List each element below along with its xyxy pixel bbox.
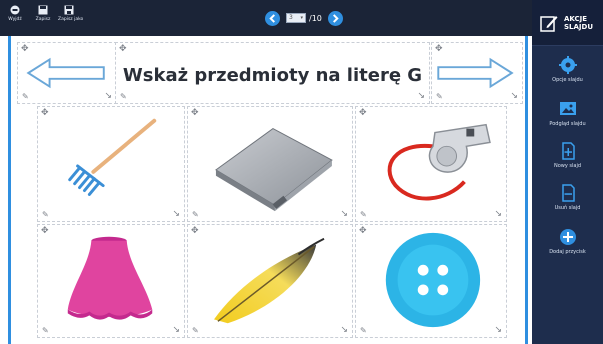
save-as-label: Zapisz jako	[58, 17, 84, 22]
right-arrow-tile[interactable]: ✥ ✎ ↘	[431, 42, 523, 104]
save-as-button[interactable]: Zapisz jako	[58, 5, 84, 23]
top-toolbar: Wyjdź Zapisz Zapisz jako 3 ▾ /10	[0, 0, 532, 36]
slide-preview-label: Podgląd slajdu	[549, 121, 586, 127]
lampshade-icon	[67, 236, 153, 320]
resize-icon[interactable]: ↘	[494, 210, 502, 219]
arrow-right-icon	[332, 13, 339, 23]
arrow-left-icon	[269, 13, 276, 23]
whistle-tile[interactable]: ✥ ✎ ↘	[355, 106, 507, 222]
next-slide-button[interactable]	[327, 10, 343, 26]
resize-icon[interactable]: ↘	[172, 210, 180, 219]
save-label: Zapisz	[35, 17, 51, 22]
resize-icon[interactable]: ↘	[104, 92, 112, 101]
notebook-icon	[215, 128, 333, 212]
title-tile[interactable]: ✥ Wskaż przedmioty na literę G ✎ ↘	[115, 42, 430, 104]
arrow-right-icon	[437, 57, 514, 89]
sidebar-header: AKCJE SLAJDU	[532, 0, 603, 46]
add-button-label: Dodaj przycisk	[549, 249, 586, 255]
lampshade-tile[interactable]: ✥ ✎ ↘	[37, 224, 185, 338]
pencil-icon[interactable]: ✎	[436, 92, 443, 101]
slide-pager: 3 ▾ /10	[265, 10, 343, 26]
sewing-button-icon	[385, 232, 481, 328]
rake-tile[interactable]: ✥ ✎ ↘	[37, 106, 185, 222]
slide-title: Wskaż przedmioty na literę G	[122, 65, 423, 86]
left-arrow-tile[interactable]: ✥ ✎ ↘	[17, 42, 117, 104]
resize-icon[interactable]: ↘	[494, 326, 502, 335]
resize-icon[interactable]: ↘	[510, 92, 518, 101]
save-icon	[38, 5, 48, 15]
add-button-button[interactable]: Dodaj przycisk	[532, 228, 603, 256]
pencil-icon[interactable]: ✎	[120, 92, 127, 101]
pencil-icon[interactable]: ✎	[192, 210, 199, 219]
pencil-icon[interactable]: ✎	[22, 92, 29, 101]
whistle-icon	[387, 123, 491, 201]
resize-icon[interactable]: ↘	[417, 92, 425, 101]
new-slide-label: Nowy slajd	[553, 163, 582, 169]
feather-icon	[214, 237, 325, 324]
slide-actions-sidebar: AKCJE SLAJDU Opcje slajdu Podgląd slajdu…	[532, 0, 603, 344]
resize-icon[interactable]: ↘	[172, 326, 180, 335]
slide-options-label: Opcje slajdu	[552, 77, 583, 83]
slide-options-button[interactable]: Opcje slajdu	[532, 56, 603, 84]
page-number-select[interactable]: 3 ▾	[286, 13, 306, 23]
feather-tile[interactable]: ✥ ✎ ↘	[187, 224, 353, 338]
pencil-icon[interactable]: ✎	[360, 210, 367, 219]
exit-icon	[10, 5, 20, 15]
pencil-icon[interactable]: ✎	[42, 210, 49, 219]
current-page: 3	[289, 14, 293, 21]
save-as-icon	[64, 5, 74, 15]
resize-icon[interactable]: ↘	[340, 326, 348, 335]
notebook-tile[interactable]: ✥ ✎ ↘	[187, 106, 353, 222]
pencil-icon[interactable]: ✎	[192, 326, 199, 335]
add-button-icon	[559, 229, 576, 245]
resize-icon[interactable]: ↘	[340, 210, 348, 219]
sewing-button-tile[interactable]: ✥ ✎ ↘	[355, 224, 507, 338]
slide-preview-button[interactable]: Podgląd slajdu	[532, 100, 603, 128]
image-preview-icon	[559, 102, 576, 115]
pencil-icon[interactable]: ✎	[42, 326, 49, 335]
gear-icon	[558, 56, 577, 74]
slide-canvas: ✥ ✎ ↘ ✥ Wskaż przedmioty na literę G ✎ ↘…	[8, 36, 528, 344]
edit-slide-icon	[540, 15, 558, 32]
delete-slide-button[interactable]: Usuń slajd	[532, 184, 603, 212]
page-total: /10	[309, 13, 322, 23]
delete-slide-label: Usuń slajd	[554, 205, 581, 211]
rake-icon	[68, 118, 157, 196]
new-slide-icon	[561, 142, 575, 160]
prev-slide-button[interactable]	[265, 10, 280, 26]
move-handle-icon[interactable]: ✥	[119, 45, 127, 54]
exit-button[interactable]: Wyjdź	[4, 5, 26, 23]
new-slide-button[interactable]: Nowy slajd	[532, 142, 603, 170]
save-button[interactable]: Zapisz	[32, 5, 54, 23]
delete-slide-icon	[561, 184, 575, 202]
sidebar-title: AKCJE SLAJDU	[564, 14, 594, 31]
exit-label: Wyjdź	[8, 17, 22, 22]
chevron-down-icon: ▾	[300, 15, 303, 21]
pencil-icon[interactable]: ✎	[360, 326, 367, 335]
arrow-left-icon	[26, 57, 105, 89]
